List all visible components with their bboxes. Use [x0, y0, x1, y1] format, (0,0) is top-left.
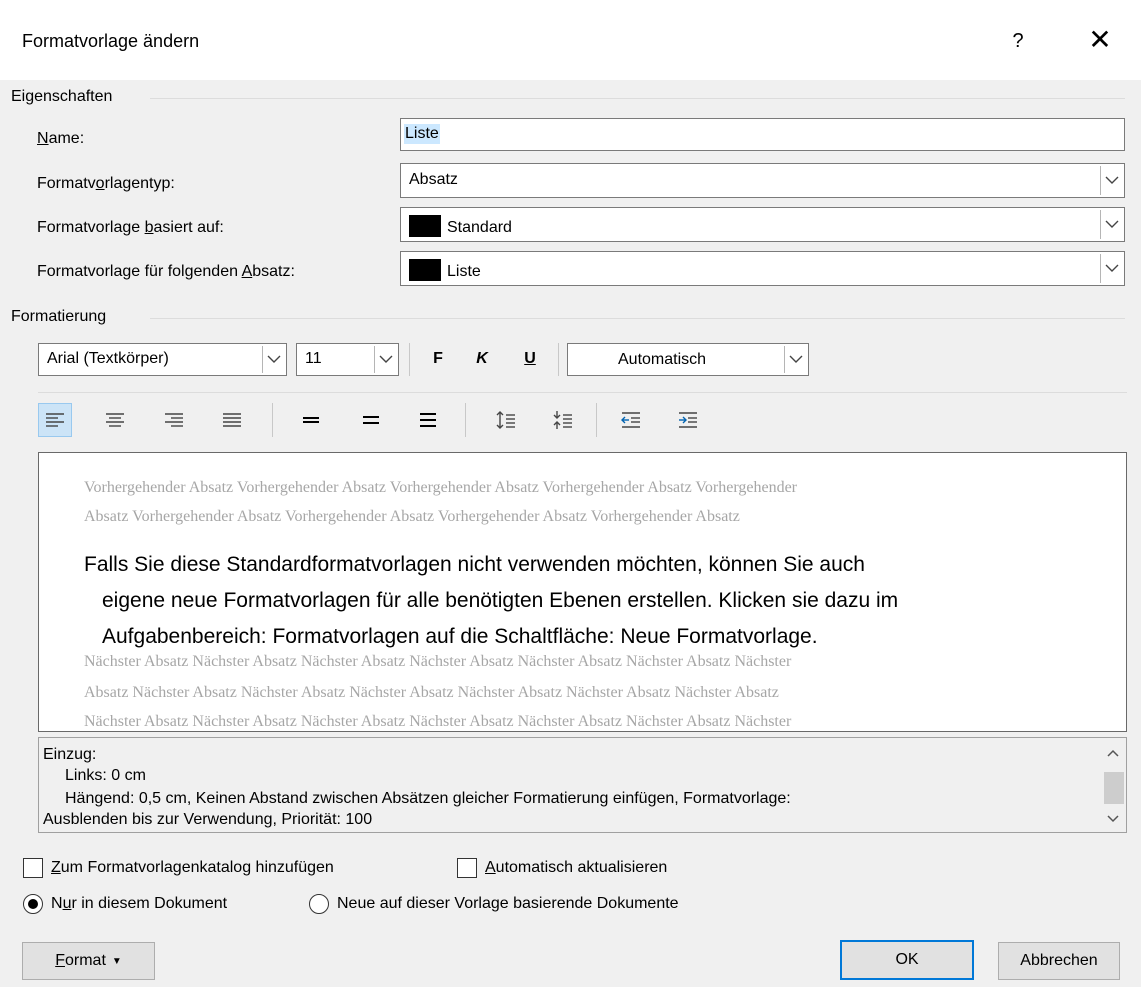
toolbar-separator [272, 403, 273, 437]
description-line: Einzug: [43, 746, 97, 763]
preview-sample-text: eigene neue Formatvorlagen für alle benö… [102, 589, 899, 612]
preview-next-paragraph: Absatz Nächster Absatz Nächster Absatz N… [84, 684, 779, 701]
increase-indent-icon [679, 412, 697, 428]
help-button[interactable]: ? [1005, 24, 1031, 58]
caret-down-icon: ▼ [111, 955, 122, 967]
space-before-increase-icon [496, 411, 515, 429]
format-menu-button[interactable]: Format ▼ [22, 942, 155, 980]
chevron-down-icon [262, 346, 284, 373]
checkbox-box[interactable] [457, 858, 477, 878]
toolbar-separator [596, 403, 597, 437]
description-line: Hängend: 0,5 cm, Keinen Abstand zwischen… [65, 790, 791, 807]
align-center-icon [106, 413, 124, 427]
group-divider [150, 98, 1125, 99]
scroll-up-icon[interactable] [1100, 740, 1126, 766]
align-left-icon [46, 413, 64, 427]
preview-previous-paragraph: Vorhergehender Absatz Vorhergehender Abs… [84, 479, 797, 496]
only-this-document-radio[interactable]: Nur in diesem Dokument [23, 894, 227, 914]
line-spacing-double-button[interactable] [411, 403, 445, 437]
increase-indent-button[interactable] [671, 403, 705, 437]
preview-sample-text: Falls Sie diese Standardformatvorlagen n… [84, 553, 865, 576]
align-center-button[interactable] [98, 403, 132, 437]
italic-button[interactable]: K [470, 350, 494, 368]
title-bar: Formatvorlage ändern ? ✕ [0, 0, 1141, 80]
align-right-icon [165, 413, 183, 427]
preview-next-paragraph: Nächster Absatz Nächster Absatz Nächster… [84, 653, 792, 670]
scroll-down-icon[interactable] [1100, 806, 1126, 832]
radio-selected[interactable] [23, 894, 43, 914]
radio-unselected[interactable] [309, 894, 329, 914]
auto-update-checkbox[interactable]: Automatisch aktualisieren [457, 858, 667, 878]
decrease-indent-button[interactable] [614, 403, 648, 437]
close-button[interactable]: ✕ [1082, 22, 1118, 58]
cancel-button[interactable]: Abbrechen [998, 942, 1120, 980]
toolbar-separator [465, 403, 466, 437]
chevron-down-icon [1100, 254, 1122, 283]
group-divider [150, 318, 1125, 319]
new-documents-radio[interactable]: Neue auf dieser Vorlage basierende Dokum… [309, 894, 679, 914]
basis-label: Formatvorlage basiert auf: [37, 219, 224, 236]
name-input-value: Liste [404, 124, 440, 144]
chevron-down-icon [1100, 210, 1122, 239]
align-left-button[interactable] [38, 403, 72, 437]
align-right-button[interactable] [157, 403, 191, 437]
chevron-down-icon [1100, 166, 1122, 195]
group-label-eigenschaften: Eigenschaften [11, 88, 119, 106]
name-input[interactable]: Liste [400, 118, 1125, 151]
chevron-down-icon [374, 346, 396, 373]
paragraph-style-icon [409, 215, 441, 237]
typ-select-value: Absatz [409, 171, 458, 188]
line-spacing-double-icon [420, 413, 436, 427]
color-select-value: Automatisch [618, 351, 707, 368]
description-scrollbar[interactable] [1100, 738, 1126, 832]
folgend-select[interactable]: Liste [400, 251, 1125, 286]
folgend-label: Formatvorlage für folgenden Absatz: [37, 263, 295, 280]
line-spacing-onehalf-icon [363, 416, 379, 424]
preview-next-paragraph: Nächster Absatz Nächster Absatz Nächster… [84, 713, 792, 730]
size-select-value: 11 [305, 350, 322, 367]
line-spacing-single-button[interactable] [294, 403, 328, 437]
add-to-gallery-checkbox[interactable]: Zum Formatvorlagenkatalog hinzufügen [23, 858, 334, 878]
font-select-value: Arial (Textkörper) [47, 350, 169, 367]
align-justify-icon [223, 413, 241, 427]
decrease-indent-icon [621, 412, 640, 428]
chevron-down-icon [784, 346, 806, 373]
color-select[interactable]: Automatisch [567, 343, 809, 376]
basis-select[interactable]: Standard [400, 207, 1125, 242]
line-spacing-single-icon [303, 417, 319, 423]
typ-label: Formatvorlagentyp: [37, 175, 175, 192]
style-description: Einzug: Links: 0 cm Hängend: 0,5 cm, Kei… [38, 737, 1127, 833]
description-line: Links: 0 cm [65, 767, 146, 784]
dialog-title: Formatvorlage ändern [22, 31, 200, 51]
group-label-formatierung: Formatierung [11, 308, 113, 326]
preview-sample-text: Aufgabenbereich: Formatvorlagen auf die … [102, 625, 818, 648]
font-select[interactable]: Arial (Textkörper) [38, 343, 287, 376]
checkbox-box[interactable] [23, 858, 43, 878]
description-line: Ausblenden bis zur Verwendung, Priorität… [43, 811, 373, 828]
size-select[interactable]: 11 [296, 343, 399, 376]
ok-button[interactable]: OK [840, 940, 974, 980]
style-preview: Vorhergehender Absatz Vorhergehender Abs… [38, 452, 1127, 732]
space-before-decrease-icon [553, 411, 572, 429]
space-before-increase-button[interactable] [489, 403, 523, 437]
preview-previous-paragraph: Absatz Vorhergehender Absatz Vorhergehen… [84, 508, 740, 525]
underline-button[interactable]: U [518, 350, 542, 368]
toolbar-divider [38, 392, 1127, 393]
toolbar-separator [558, 343, 559, 376]
scrollbar-thumb[interactable] [1104, 772, 1124, 804]
folgend-select-value: Liste [447, 263, 481, 280]
line-spacing-onehalf-button[interactable] [354, 403, 388, 437]
toolbar-separator [409, 343, 410, 376]
typ-select[interactable]: Absatz [400, 163, 1125, 198]
bold-button[interactable]: F [426, 350, 450, 368]
space-before-decrease-button[interactable] [546, 403, 580, 437]
paragraph-style-icon [409, 259, 441, 281]
align-justify-button[interactable] [215, 403, 249, 437]
name-label: Name: [37, 130, 85, 147]
basis-select-value: Standard [447, 219, 512, 236]
